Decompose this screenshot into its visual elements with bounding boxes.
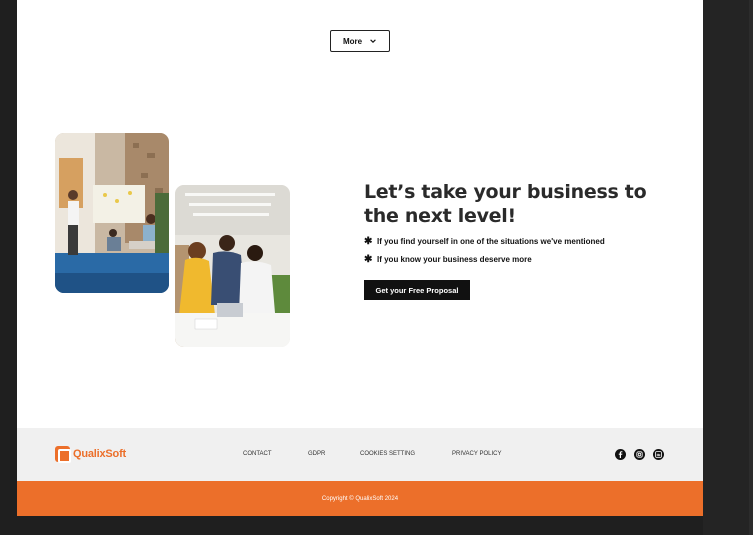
office-presentation-photo bbox=[55, 133, 169, 293]
free-proposal-button[interactable]: Get your Free Proposal bbox=[364, 280, 470, 300]
facebook-icon[interactable] bbox=[615, 449, 626, 460]
footer-link-cookies-setting[interactable]: COOKIES SETTING bbox=[360, 451, 415, 457]
asterisk-icon: ✱ bbox=[364, 236, 373, 247]
footer-link-gdpr[interactable]: GDPR bbox=[308, 451, 325, 457]
background-panel bbox=[703, 0, 753, 535]
chevron-down-icon bbox=[370, 39, 376, 43]
hero-headline: Let’s take your business to the next lev… bbox=[364, 181, 647, 227]
more-button[interactable]: More bbox=[330, 30, 390, 52]
footer-link-contact[interactable]: CONTACT bbox=[243, 451, 272, 457]
linkedin-icon[interactable] bbox=[653, 449, 664, 460]
more-button-label: More bbox=[342, 36, 363, 46]
logo-icon bbox=[55, 446, 71, 463]
list-item: ✱ If you know your business deserve more bbox=[364, 254, 605, 265]
brand-name: QualixSoft bbox=[73, 448, 127, 460]
brand-logo[interactable]: QualixSoft bbox=[55, 446, 127, 463]
scrollbar-track[interactable] bbox=[749, 0, 753, 535]
team-at-laptop-photo bbox=[175, 185, 290, 347]
list-item: ✱ If you find yourself in one of the sit… bbox=[364, 236, 605, 247]
bullet-text: If you know your business deserve more bbox=[377, 255, 532, 264]
copyright-text: Copyright © QualixSoft 2024 bbox=[321, 495, 399, 502]
bullet-text: If you find yourself in one of the situa… bbox=[377, 237, 605, 246]
copyright-bar: Copyright © QualixSoft 2024 bbox=[17, 481, 703, 516]
hero-bullet-list: ✱ If you find yourself in one of the sit… bbox=[364, 237, 605, 273]
footer-link-privacy-policy[interactable]: PRIVACY POLICY bbox=[452, 451, 501, 457]
asterisk-icon: ✱ bbox=[364, 254, 373, 265]
instagram-icon[interactable] bbox=[634, 449, 645, 460]
page: More Let’s take your business to the nex… bbox=[17, 0, 703, 516]
